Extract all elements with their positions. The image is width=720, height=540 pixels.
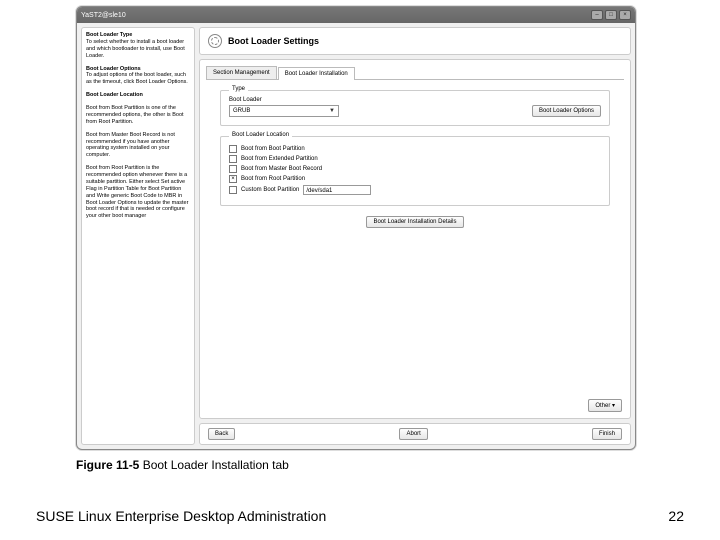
figure-text: Boot Loader Installation tab: [143, 458, 289, 472]
chk-extended-partition[interactable]: Boot from Extended Partition: [229, 155, 601, 163]
side-body-3c: Boot from Root Partition is the recommen…: [86, 165, 188, 219]
chk-custom-partition[interactable]: Custom Boot Partition /dev/sda1: [229, 185, 601, 195]
window-title: YaST2@sle10: [81, 12, 126, 19]
location-legend: Boot Loader Location: [229, 132, 292, 138]
chk-mbr[interactable]: Boot from Master Boot Record: [229, 165, 601, 173]
window-titlebar: YaST2@sle10 – □ ×: [77, 7, 635, 23]
settings-icon: [208, 34, 222, 48]
page-header: Boot Loader Settings: [199, 27, 631, 55]
side-title-1: Boot Loader Type: [86, 32, 132, 38]
chk-root-partition-label: Boot from Root Partition: [241, 176, 305, 182]
bootloader-select[interactable]: GRUB ▼: [229, 105, 339, 117]
custom-partition-input[interactable]: /dev/sda1: [303, 185, 371, 195]
side-body-3b: Boot from Master Boot Record is not reco…: [86, 132, 175, 159]
bootloader-select-value: GRUB: [233, 108, 250, 114]
yast-window: YaST2@sle10 – □ × Boot Loader TypeTo sel…: [76, 6, 636, 450]
abort-button[interactable]: Abort: [399, 428, 427, 440]
side-body-3a: Boot from Boot Partition is one of the r…: [86, 105, 184, 125]
side-body-1: To select whether to install a boot load…: [86, 39, 185, 59]
chk-extended-partition-label: Boot from Extended Partition: [241, 156, 318, 162]
content-panel: Section Management Boot Loader Installat…: [199, 59, 631, 419]
finish-button[interactable]: Finish: [592, 428, 622, 440]
footer-right: 22: [668, 508, 684, 524]
chk-mbr-label: Boot from Master Boot Record: [241, 166, 322, 172]
figure-number: Figure 11-5: [76, 458, 143, 472]
page-footer: SUSE Linux Enterprise Desktop Administra…: [36, 508, 684, 524]
figure-caption: Figure 11-5 Boot Loader Installation tab: [76, 458, 720, 472]
chk-boot-partition-label: Boot from Boot Partition: [241, 146, 305, 152]
installation-details-button[interactable]: Boot Loader Installation Details: [366, 216, 463, 228]
checkbox-icon: [229, 186, 237, 194]
help-sidebar: Boot Loader TypeTo select whether to ins…: [81, 27, 195, 445]
back-button[interactable]: Back: [208, 428, 235, 440]
checkbox-icon: [229, 145, 237, 153]
checkbox-icon: [229, 155, 237, 163]
checkbox-checked-icon: ×: [229, 175, 237, 183]
tab-strip: Section Management Boot Loader Installat…: [206, 66, 624, 80]
wizard-footer: Back Abort Finish: [199, 423, 631, 445]
tab-section-management[interactable]: Section Management: [206, 66, 277, 79]
chevron-down-icon: ▼: [329, 108, 335, 114]
chk-boot-partition[interactable]: Boot from Boot Partition: [229, 145, 601, 153]
close-button[interactable]: ×: [619, 10, 631, 20]
side-title-2: Boot Loader Options: [86, 66, 141, 72]
bootloader-label: Boot Loader: [229, 97, 339, 103]
side-title-3: Boot Loader Location: [86, 92, 143, 98]
tab-boot-loader-installation[interactable]: Boot Loader Installation: [278, 67, 355, 80]
location-fieldset: Boot Loader Location Boot from Boot Part…: [220, 136, 610, 206]
footer-left: SUSE Linux Enterprise Desktop Administra…: [36, 508, 326, 524]
chk-root-partition[interactable]: × Boot from Root Partition: [229, 175, 601, 183]
other-button[interactable]: Other ▾: [588, 399, 622, 412]
checkbox-icon: [229, 165, 237, 173]
chk-custom-partition-label: Custom Boot Partition: [241, 187, 299, 193]
type-legend: Type: [229, 86, 248, 92]
maximize-button[interactable]: □: [605, 10, 617, 20]
boot-loader-options-button[interactable]: Boot Loader Options: [532, 105, 601, 117]
side-body-2: To adjust options of the boot loader, su…: [86, 72, 188, 85]
page-title: Boot Loader Settings: [228, 36, 319, 46]
minimize-button[interactable]: –: [591, 10, 603, 20]
type-fieldset: Type Boot Loader GRUB ▼ Boot Loader Opti…: [220, 90, 610, 126]
